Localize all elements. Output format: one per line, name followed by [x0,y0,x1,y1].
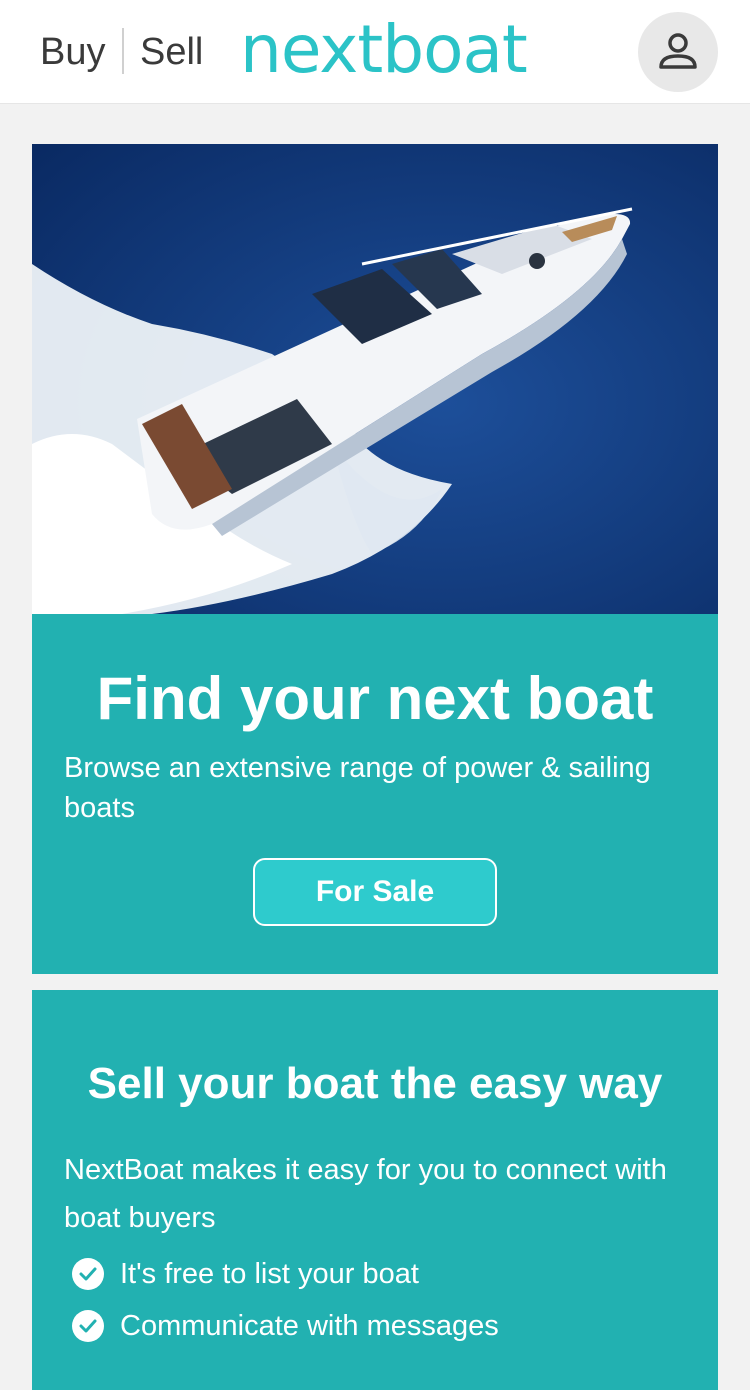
motor-yacht-photo [32,144,718,614]
top-nav-bar: Buy Sell nextboat [0,0,750,104]
find-boat-card: Find your next boat Browse an extensive … [32,144,718,974]
sell-title: Sell your boat the easy way [87,1059,663,1108]
for-sale-button[interactable]: For Sale [253,858,497,926]
benefit-item: Communicate with messages [72,1306,672,1346]
user-icon [659,33,697,69]
benefit-item: It's free to list your boat [72,1254,672,1294]
profile-button[interactable] [638,12,718,92]
benefit-text: Communicate with messages [120,1310,499,1342]
hero-subtitle: Browse an extensive range of power & sai… [64,752,651,824]
checkmark-icon [72,1258,104,1290]
benefit-text: It's free to list your boat [120,1258,419,1290]
nextboat-logo[interactable]: nextboat [240,14,528,86]
nav-sell-link[interactable]: Sell [140,30,203,74]
hero-title: Find your next boat [96,665,654,732]
sell-subtitle: NextBoat makes it easy for you to connec… [64,1154,667,1234]
nav-buy-link[interactable]: Buy [40,30,105,74]
sell-boat-card: Sell your boat the easy way NextBoat mak… [32,990,718,1390]
checkmark-icon [72,1310,104,1342]
nav-divider [122,28,124,74]
